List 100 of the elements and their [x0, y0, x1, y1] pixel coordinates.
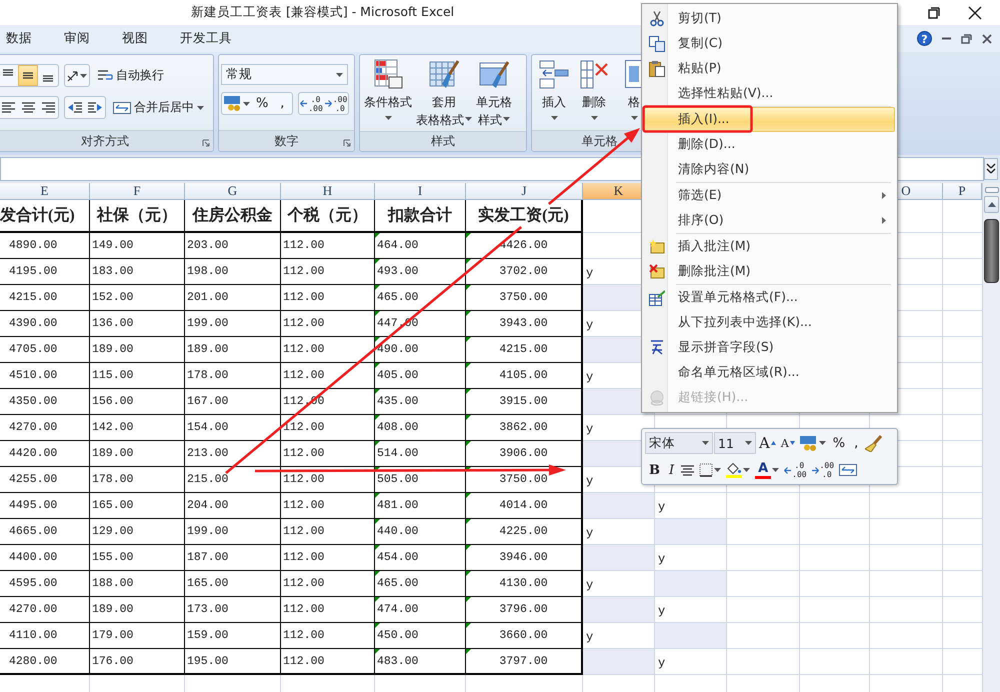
table-cell: 112.00 — [283, 239, 324, 252]
table-cell: 408.00 — [377, 421, 418, 434]
menu-item[interactable]: 复制(C) — [644, 31, 895, 56]
align-center-icon — [22, 102, 34, 113]
bold-button[interactable]: B — [645, 460, 664, 480]
restore-button[interactable] — [961, 34, 972, 44]
format-button[interactable]: , — [850, 432, 862, 454]
column-header[interactable]: G — [185, 183, 281, 200]
align-left-icon — [2, 102, 14, 113]
wrap-text-button[interactable]: 自动换行 — [95, 65, 166, 86]
table-cell: 136.00 — [92, 317, 134, 330]
help-button[interactable]: ? — [917, 31, 932, 46]
header-cell: 实发工资(元) — [466, 200, 583, 233]
menu-item[interactable]: 插入批注(M) — [644, 234, 895, 259]
close-button[interactable] — [982, 34, 992, 44]
table-cell: 440.00 — [377, 525, 418, 538]
column-header[interactable]: I — [375, 183, 466, 200]
expand-button[interactable] — [984, 158, 998, 180]
restore-button[interactable] — [928, 6, 940, 20]
header-cell: 扣款合计 — [375, 200, 466, 233]
decrease-decimal-button[interactable]: .00 .0 — [810, 460, 836, 480]
menu-item[interactable]: 选择性粘贴(V)... — [644, 81, 895, 106]
paint-bucket-icon — [727, 462, 742, 474]
format-button[interactable]: , — [272, 93, 292, 114]
table-cell: 4400.00 — [9, 551, 58, 564]
column-header[interactable]: E — [0, 183, 90, 200]
menu-item[interactable]: 设置单元格格式(F)... — [644, 285, 895, 310]
increase-decimal-button[interactable]: .0 .00 — [782, 460, 809, 480]
menu-item[interactable]: 命名单元格区域(R)... — [644, 360, 895, 385]
column-header[interactable]: P — [943, 183, 982, 200]
table-format-button[interactable]: 套用 表格格式 — [414, 57, 474, 131]
phonetic-icon — [650, 340, 664, 355]
menu-item[interactable]: 插入(I)... — [644, 107, 895, 132]
table-cell: 465.00 — [377, 577, 418, 590]
scroll-thumb[interactable] — [984, 219, 999, 283]
number-format-dropdown[interactable]: 常规 — [221, 64, 348, 85]
table-cell: 4014.00 — [499, 499, 548, 512]
format-button[interactable]: % — [828, 432, 850, 454]
menu-item[interactable]: 删除批注(M) — [644, 259, 895, 284]
decrease-decimal-button[interactable]: .00 .0 — [324, 93, 348, 114]
increase-decimal-button[interactable]: .0 .00 — [299, 93, 324, 114]
menu-item[interactable]: 排序(O) — [644, 208, 895, 233]
insert-cells-button[interactable]: 插入 — [534, 57, 574, 130]
menu-item[interactable]: 从下拉列表中选择(K)... — [644, 310, 895, 335]
table-cell: 189.00 — [92, 603, 134, 616]
table-cell: 178.00 — [187, 369, 228, 382]
split-handle[interactable] — [984, 187, 998, 193]
font-name-field[interactable]: 宋体 — [645, 432, 713, 454]
font-size-field[interactable]: 11 — [714, 432, 756, 454]
delete-cells-icon — [579, 59, 609, 89]
font-color-button[interactable]: A — [753, 460, 782, 480]
menu-item[interactable]: 显示拼音字段(S) — [644, 335, 895, 360]
align-bottom-icon — [42, 75, 54, 82]
delete-cells-button[interactable]: 删除 — [574, 57, 614, 130]
format-painter-button[interactable] — [863, 432, 884, 454]
ribbon-tab[interactable]: 数据 — [0, 28, 46, 50]
table-cell-text: y — [657, 603, 666, 620]
italic-button[interactable]: I — [665, 460, 678, 480]
table-cell: 4665.00 — [9, 525, 58, 538]
table-cell: 405.00 — [377, 369, 418, 382]
window-title: 新建员工工资表 [兼容模式] - Microsoft Excel — [191, 4, 454, 21]
accounting-format-button[interactable] — [222, 93, 252, 114]
table-cell: 3943.00 — [499, 317, 548, 330]
arrow-icon — [324, 100, 332, 107]
table-cell: 465.00 — [377, 291, 418, 304]
merge-button[interactable]: 合并后居中 — [111, 97, 206, 118]
table-cell: 156.00 — [92, 395, 134, 408]
table-cell: 142.00 — [92, 421, 134, 434]
table-cell: 178.00 — [92, 473, 134, 486]
shrink-font-button[interactable]: A — [778, 432, 797, 454]
table-cell: 454.00 — [377, 551, 418, 564]
column-header[interactable]: J — [466, 183, 583, 200]
dialog-launcher-icon[interactable] — [202, 139, 210, 147]
align-middle-button[interactable] — [18, 65, 38, 86]
table-cell: 159.00 — [187, 629, 228, 642]
scroll-up-button[interactable] — [984, 196, 999, 213]
column-header[interactable]: F — [90, 183, 185, 200]
grow-font-button[interactable]: A — [757, 432, 778, 454]
ribbon-tab[interactable]: 开发工具 — [174, 28, 246, 50]
globe-icon — [650, 390, 664, 406]
table-cell: 112.00 — [283, 577, 324, 590]
cell-style-button[interactable]: 单元格 样式 — [474, 57, 514, 131]
format-button[interactable]: % — [252, 93, 272, 114]
close-button[interactable] — [968, 6, 982, 20]
menu-item[interactable]: 删除(D)... — [644, 132, 895, 157]
ribbon-tab[interactable]: 视图 — [116, 28, 162, 50]
table-cell: 3796.00 — [499, 603, 548, 616]
table-cell: 4110.00 — [9, 629, 58, 642]
table-cell: 4130.00 — [499, 577, 548, 590]
minimize-button[interactable] — [942, 37, 951, 40]
table-cell: 155.00 — [92, 551, 134, 564]
table-cell: 4195.00 — [9, 265, 58, 278]
dialog-launcher-icon[interactable] — [343, 139, 351, 147]
menu-item[interactable]: 剪切(T) — [644, 6, 895, 31]
triangle-up-icon — [770, 441, 776, 445]
menu-item[interactable]: 粘贴(P) — [644, 56, 895, 81]
ribbon-tab[interactable]: 审阅 — [58, 28, 104, 50]
cond-format-button[interactable]: 条件格式 — [362, 57, 414, 131]
menu-item[interactable]: 清除内容(N) — [644, 157, 895, 182]
column-header[interactable]: H — [281, 183, 375, 200]
